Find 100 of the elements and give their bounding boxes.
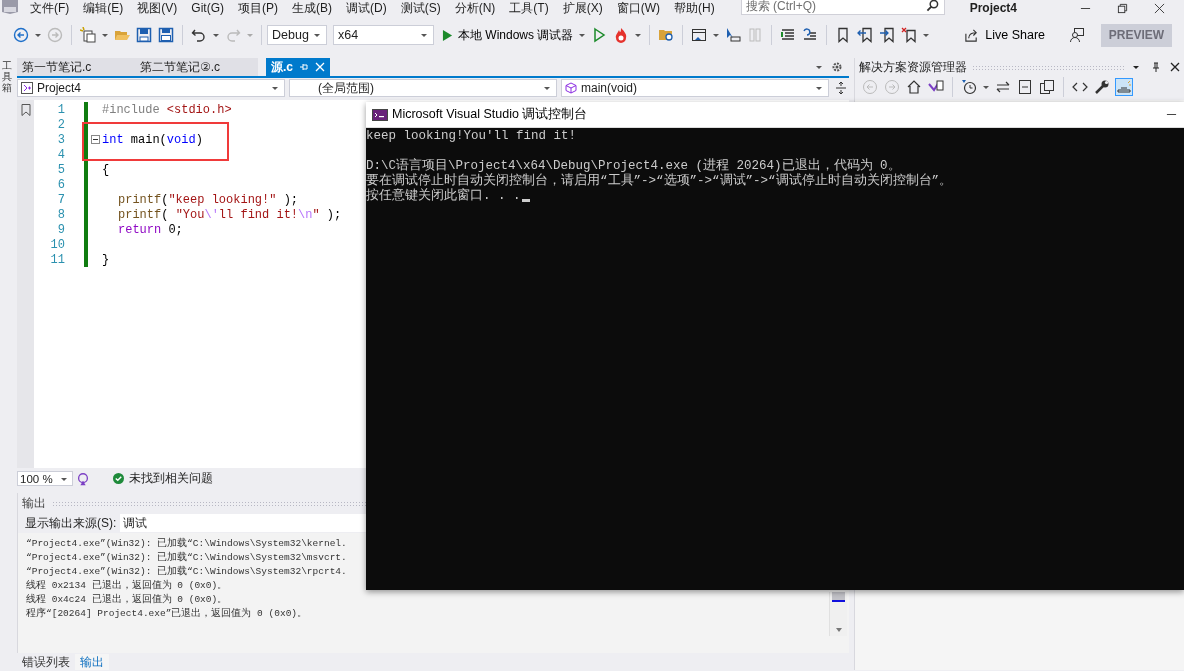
- wrench-icon[interactable]: [1094, 79, 1110, 95]
- menu-item[interactable]: 扩展(X): [562, 1, 603, 15]
- caret-icon[interactable]: [1132, 63, 1140, 71]
- code-line: return 0;: [118, 222, 183, 237]
- platform-dropdown[interactable]: x64: [333, 25, 434, 45]
- close-icon[interactable]: [1170, 62, 1180, 72]
- home-icon[interactable]: [906, 79, 922, 95]
- back-icon[interactable]: [13, 27, 29, 43]
- next-bookmark-icon[interactable]: [879, 27, 896, 43]
- code-line: printf("keep looking!" );: [118, 192, 299, 207]
- scroll-down-icon[interactable]: [834, 626, 843, 634]
- caret-icon: [420, 31, 428, 39]
- menu-item[interactable]: 测试(S): [400, 1, 441, 15]
- caret-icon: [815, 84, 823, 92]
- line-number: 3: [56, 132, 65, 147]
- menu-item[interactable]: 视图(V): [137, 1, 178, 15]
- save-all-icon[interactable]: [158, 27, 174, 43]
- check-icon: [113, 473, 124, 484]
- document-tab[interactable]: 第一节笔记.c: [17, 58, 128, 76]
- restore-icon[interactable]: [1116, 2, 1128, 14]
- member-dropdown[interactable]: main(void): [561, 79, 829, 97]
- menu-item[interactable]: 编辑(E): [83, 1, 124, 15]
- menu-item[interactable]: Git(G): [191, 1, 224, 15]
- caret-icon[interactable]: [712, 31, 721, 39]
- zoom-dropdown[interactable]: 100 %: [17, 471, 73, 486]
- intellicode-icon[interactable]: [76, 471, 90, 486]
- uncomment-lines-icon[interactable]: [802, 27, 819, 43]
- caret-icon[interactable]: [578, 31, 587, 39]
- feedback-person-icon[interactable]: [1069, 27, 1085, 43]
- menu-item[interactable]: 窗口(W): [616, 1, 660, 15]
- output-line: 程序“[20264] Project4.exe”已退出，返回值为 0 (0x0)。: [26, 607, 309, 621]
- window-icon[interactable]: [691, 27, 708, 43]
- project-icon: [21, 82, 33, 94]
- new-item-icon[interactable]: [80, 27, 96, 43]
- run-button[interactable]: 本地 Windows 调试器: [434, 26, 577, 44]
- pointer-icon[interactable]: [725, 27, 742, 43]
- undo-icon[interactable]: [191, 27, 207, 43]
- console-title: Microsoft Visual Studio 调试控制台: [392, 106, 588, 123]
- document-tab[interactable]: 第二节笔记②.c: [128, 58, 258, 76]
- line-number: 5: [56, 162, 65, 177]
- panel-title: 解决方案资源管理器: [859, 58, 967, 76]
- caret-icon[interactable]: [634, 31, 643, 39]
- configuration-dropdown[interactable]: Debug: [267, 25, 327, 45]
- line-number: 11: [49, 252, 65, 267]
- folder-search-icon[interactable]: [658, 27, 675, 43]
- project-dropdown[interactable]: Project4: [17, 79, 285, 97]
- line-number: 7: [56, 192, 65, 207]
- scrollbar[interactable]: [829, 592, 847, 636]
- play-icon: [442, 28, 453, 42]
- caret-icon[interactable]: [34, 31, 42, 39]
- search-icon: [925, 0, 939, 12]
- console-output-line: keep looking!You'll find it!: [366, 129, 577, 144]
- caret-icon[interactable]: [982, 83, 990, 91]
- collapse-icon[interactable]: [91, 135, 100, 144]
- live-share-button[interactable]: Live Share: [958, 26, 1051, 44]
- output-line: 线程 0x2134 已退出，返回值为 0 (0x0)。: [26, 579, 229, 593]
- menu-item[interactable]: 帮助(H): [674, 1, 715, 15]
- close-icon[interactable]: [1153, 2, 1165, 14]
- output-line: “Project4.exe”(Win32): 已加载“C:\Windows\System32\kernel.: [26, 537, 348, 551]
- menu-item[interactable]: 工具(T): [509, 1, 549, 15]
- copy-icon[interactable]: [1039, 79, 1055, 95]
- caret-icon[interactable]: [101, 31, 109, 39]
- save-icon[interactable]: [136, 27, 152, 43]
- console-output-line: 按任意键关闭此窗口. . .: [366, 189, 521, 204]
- source-label: 显示输出来源(S):: [25, 514, 117, 532]
- panel-tab[interactable]: 输出: [75, 654, 109, 670]
- code-line: }: [102, 252, 110, 267]
- code-line: #include <stdio.h>: [102, 102, 232, 117]
- output-line: “Project4.exe”(Win32): 已加载“C:\Windows\System32\msvcrt.: [26, 551, 348, 565]
- caret-icon[interactable]: [922, 31, 931, 39]
- previous-bookmark-icon[interactable]: [857, 27, 874, 43]
- comment-lines-icon[interactable]: [780, 27, 797, 43]
- caret-icon[interactable]: [212, 31, 220, 39]
- window-title: Project4: [969, 1, 1019, 15]
- menu-item[interactable]: 生成(B): [292, 1, 332, 15]
- collapse-all-icon[interactable]: [1017, 79, 1033, 95]
- scope-dropdown[interactable]: (全局范围): [289, 79, 557, 97]
- preview-icon[interactable]: [1116, 79, 1132, 95]
- settings-icon[interactable]: [831, 61, 843, 73]
- sync-icon[interactable]: [995, 79, 1011, 95]
- clear-bookmarks-icon[interactable]: [901, 27, 918, 43]
- scroll-thumb[interactable]: [832, 592, 845, 602]
- split-icon[interactable]: [835, 81, 847, 95]
- caret-icon[interactable]: [815, 63, 823, 71]
- console-icon: [372, 108, 388, 121]
- line-number: 10: [49, 237, 65, 252]
- console-output-line: 要在调试停止时自动关闭控制台，请启用“工具”->“选项”->“调试”->“调试停止时自动关闭控制台”。: [366, 174, 953, 188]
- pin-icon[interactable]: [1151, 62, 1161, 72]
- menu-item[interactable]: 调试(D): [346, 1, 387, 15]
- menu-item[interactable]: 分析(N): [454, 1, 496, 15]
- menu-item[interactable]: 文件(F): [30, 1, 70, 15]
- play-outline-icon[interactable]: [591, 27, 608, 43]
- panel-tab[interactable]: 错误列表: [17, 654, 75, 670]
- history-icon[interactable]: [961, 79, 977, 95]
- code-line: int main(void): [102, 132, 203, 147]
- menu-item[interactable]: 项目(P): [238, 1, 278, 15]
- caret-icon: [271, 84, 279, 92]
- line-number: 8: [56, 207, 65, 222]
- toolbox-tab[interactable]: 工具箱: [2, 60, 12, 93]
- search-field[interactable]: 搜索 (Ctrl+Q): [740, 0, 945, 15]
